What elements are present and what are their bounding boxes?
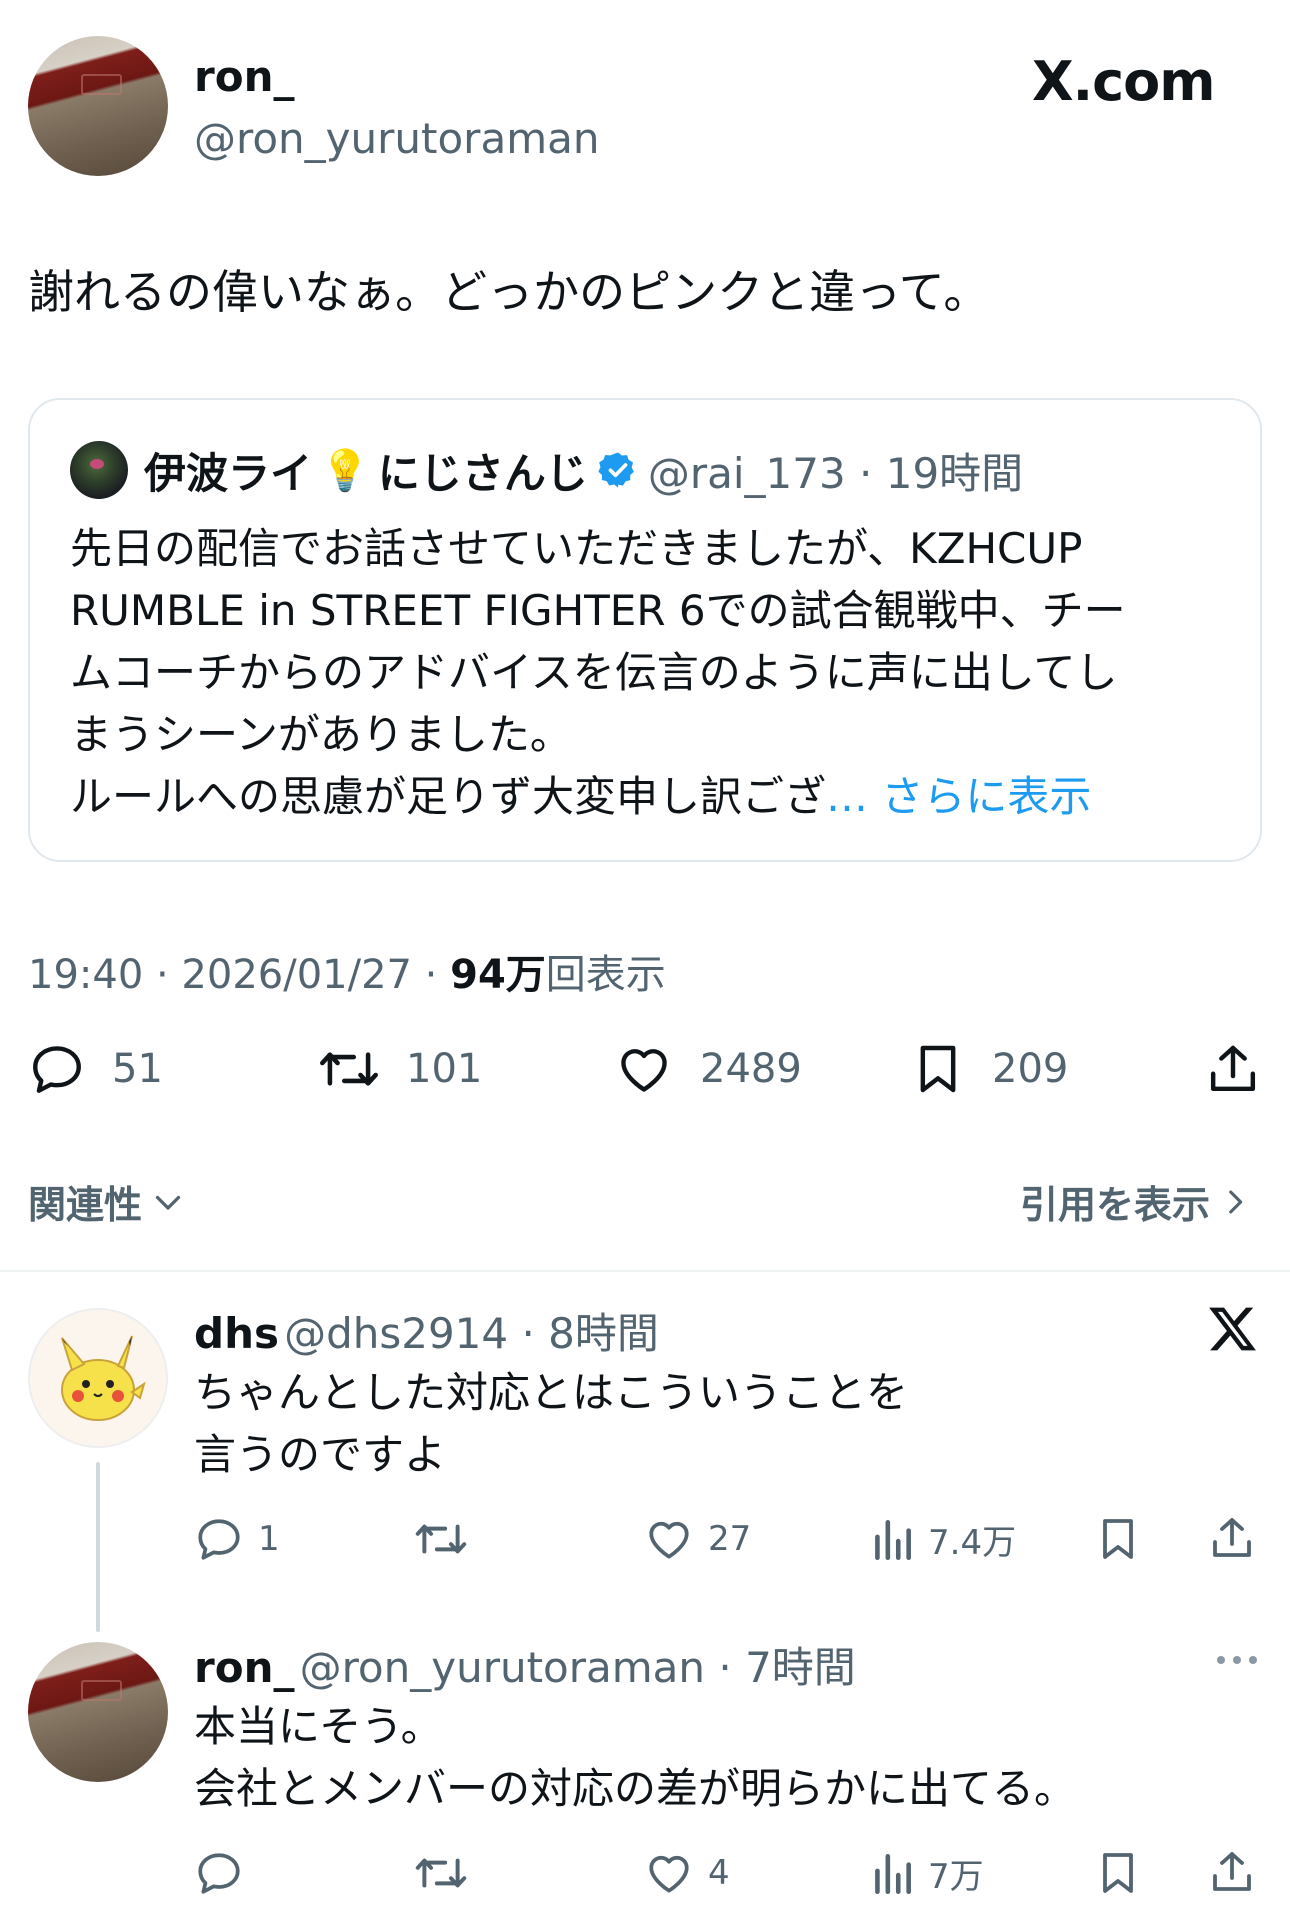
reply-2-view-count: 7万 [928, 1856, 984, 1897]
quoted-handle-time: @rai_173 · 19時間 [647, 448, 1024, 498]
reply-1-repost-button[interactable] [414, 1514, 468, 1564]
author-avatar[interactable] [28, 36, 168, 176]
verified-badge-icon [598, 452, 634, 488]
reply-icon [33, 1046, 81, 1093]
reply-avatar-ron[interactable] [28, 1642, 168, 1782]
relevance-label: 関連性 [28, 1183, 143, 1227]
views-count: 94万 [450, 952, 546, 998]
reply-button[interactable]: 51 [28, 1040, 163, 1098]
bookmark-icon [1103, 1519, 1133, 1559]
repost-button[interactable]: 101 [318, 1040, 482, 1098]
reply-2-bookmark-button[interactable] [1094, 1848, 1142, 1898]
repost-icon [320, 1052, 378, 1086]
tweet-timestamp[interactable]: 19:40 · 2026/01/27 · [28, 952, 450, 998]
analytics-icon [875, 1520, 911, 1561]
heart-icon [621, 1049, 667, 1092]
analytics-icon [875, 1854, 911, 1895]
reply-2-reply-button[interactable] [194, 1848, 244, 1898]
repost-icon [415, 1858, 467, 1888]
reply-1-views-button[interactable]: 7.4万 [870, 1514, 1016, 1564]
lightbulb-emoji: 💡 [320, 447, 370, 494]
reply-avatar-dhs[interactable] [28, 1308, 168, 1448]
reply-header-dhs: dhs @dhs2914 · 8時間 [194, 1300, 659, 1361]
relevance-dropdown[interactable]: 関連性 [28, 1174, 186, 1229]
reply-handle-time: @ron_yurutoraman · 7時間 [299, 1643, 856, 1692]
heart-icon [649, 1855, 689, 1893]
reply-1-like-count: 27 [708, 1519, 752, 1559]
quoted-author-name[interactable]: 伊波ライ [144, 440, 312, 501]
reply-icon [198, 1853, 240, 1894]
reply-1-reply-count: 1 [258, 1519, 280, 1559]
like-button[interactable]: 2489 [614, 1040, 802, 1098]
like-count: 2489 [700, 1046, 802, 1092]
share-icon [1213, 1852, 1251, 1891]
author-display-name[interactable]: ron_ [194, 52, 294, 101]
show-more-link[interactable]: … さらに表示 [826, 772, 1091, 821]
chevron-down-icon [155, 1195, 181, 1210]
section-divider [0, 1270, 1290, 1272]
quoted-tweet-header: 伊波ライ 💡 にじさんじ @rai_173 · 19時間 [70, 440, 1024, 501]
reply-2-views-button[interactable]: 7万 [870, 1848, 984, 1898]
reply-1-view-count: 7.4万 [928, 1522, 1017, 1563]
quoted-tweet-card[interactable]: 伊波ライ 💡 にじさんじ @rai_173 · 19時間 先日の配信でお話させて… [28, 398, 1262, 862]
quoted-author-affiliation[interactable]: にじさんじ [378, 440, 588, 501]
author-handle[interactable]: @ron_yurutoraman [194, 114, 599, 163]
views-label: 回表示 [545, 952, 666, 998]
pikachu-avatar-icon [61, 1335, 146, 1421]
reply-2-like-count: 4 [708, 1853, 730, 1893]
reply-author-name[interactable]: ron_ [194, 1643, 294, 1692]
reply-count: 51 [112, 1046, 163, 1092]
quoted-tweet-body: 先日の配信でお話させていただきましたが、KZHCUP RUMBLE in STR… [70, 518, 1230, 828]
view-quotes-label: 引用を表示 [1020, 1183, 1211, 1227]
x-com-logo: X.com [1032, 50, 1216, 113]
repost-icon [415, 1524, 467, 1554]
bookmark-icon [920, 1045, 956, 1093]
reply-handle-time: @dhs2914 · 8時間 [284, 1309, 659, 1358]
heart-icon [649, 1521, 689, 1559]
tweet-meta: 19:40 · 2026/01/27 · 94万回表示 [28, 942, 666, 1000]
bookmark-count: 209 [992, 1046, 1069, 1092]
share-button[interactable] [1205, 1040, 1261, 1098]
x-logo-icon [1209, 1307, 1256, 1351]
reply-icon [198, 1519, 240, 1560]
reply-header-ron: ron_ @ron_yurutoraman · 7時間 [194, 1634, 856, 1695]
chevron-right-icon [1229, 1190, 1243, 1213]
reply-2-share-button[interactable] [1208, 1846, 1256, 1898]
share-icon [1213, 1518, 1251, 1557]
reply-2-repost-button[interactable] [414, 1848, 468, 1898]
reply-1-like-button[interactable]: 27 [644, 1514, 751, 1564]
tweet-text: 謝れるの偉いなぁ。どっかのピンクと違って。 [28, 265, 990, 319]
reply-2-like-button[interactable]: 4 [644, 1848, 730, 1898]
reply-text-ron: 本当にそう。 会社とメンバーの対応の差が明らかに出てる。 [194, 1702, 1077, 1813]
reply-1-share-button[interactable] [1208, 1512, 1256, 1564]
quoted-author-avatar[interactable] [70, 441, 128, 499]
share-icon [1210, 1045, 1256, 1092]
more-options-icon[interactable] [1214, 1650, 1260, 1670]
thread-connector-line [96, 1462, 100, 1632]
reply-1-bookmark-button[interactable] [1094, 1514, 1142, 1564]
bookmark-icon [1103, 1853, 1133, 1893]
bookmark-button[interactable]: 209 [910, 1040, 1068, 1098]
view-quotes-link[interactable]: 引用を表示 [1020, 1174, 1248, 1229]
reply-text-dhs: ちゃんとした対応とはこういうことを 言うのですよ [194, 1368, 909, 1479]
reply-1-reply-button[interactable]: 1 [194, 1514, 280, 1564]
repost-count: 101 [406, 1046, 483, 1092]
reply-author-name[interactable]: dhs [194, 1309, 279, 1358]
